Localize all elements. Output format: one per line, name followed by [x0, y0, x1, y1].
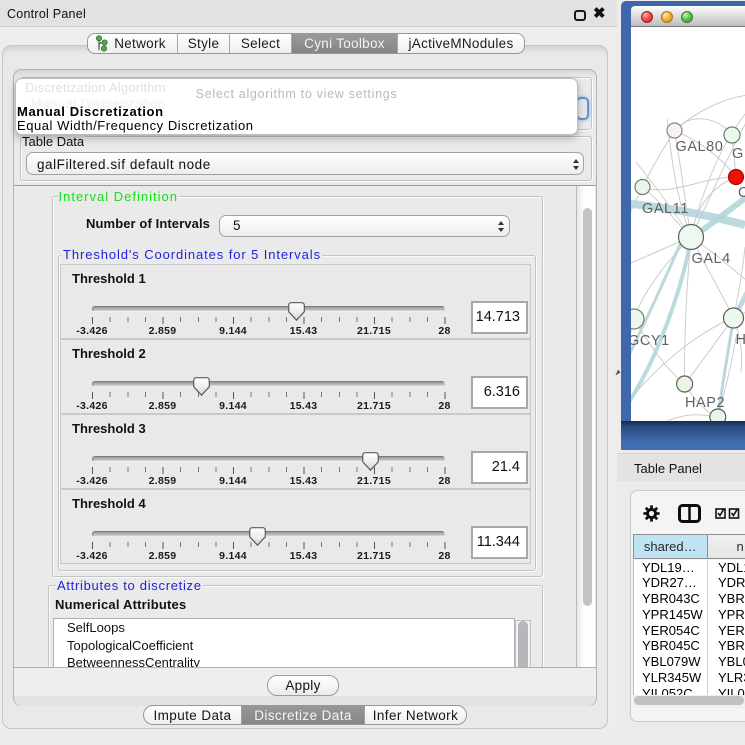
svg-text:C: C — [738, 185, 745, 201]
svg-text:GAL80: GAL80 — [676, 139, 724, 155]
svg-text:GAL4: GAL4 — [692, 251, 731, 267]
svg-text:GAL11: GAL11 — [642, 201, 689, 217]
svg-text:H: H — [736, 332, 745, 348]
svg-text:G…: G… — [732, 146, 745, 162]
svg-text:GCY1: GCY1 — [631, 333, 670, 349]
svg-text:HAP2: HAP2 — [685, 395, 725, 411]
